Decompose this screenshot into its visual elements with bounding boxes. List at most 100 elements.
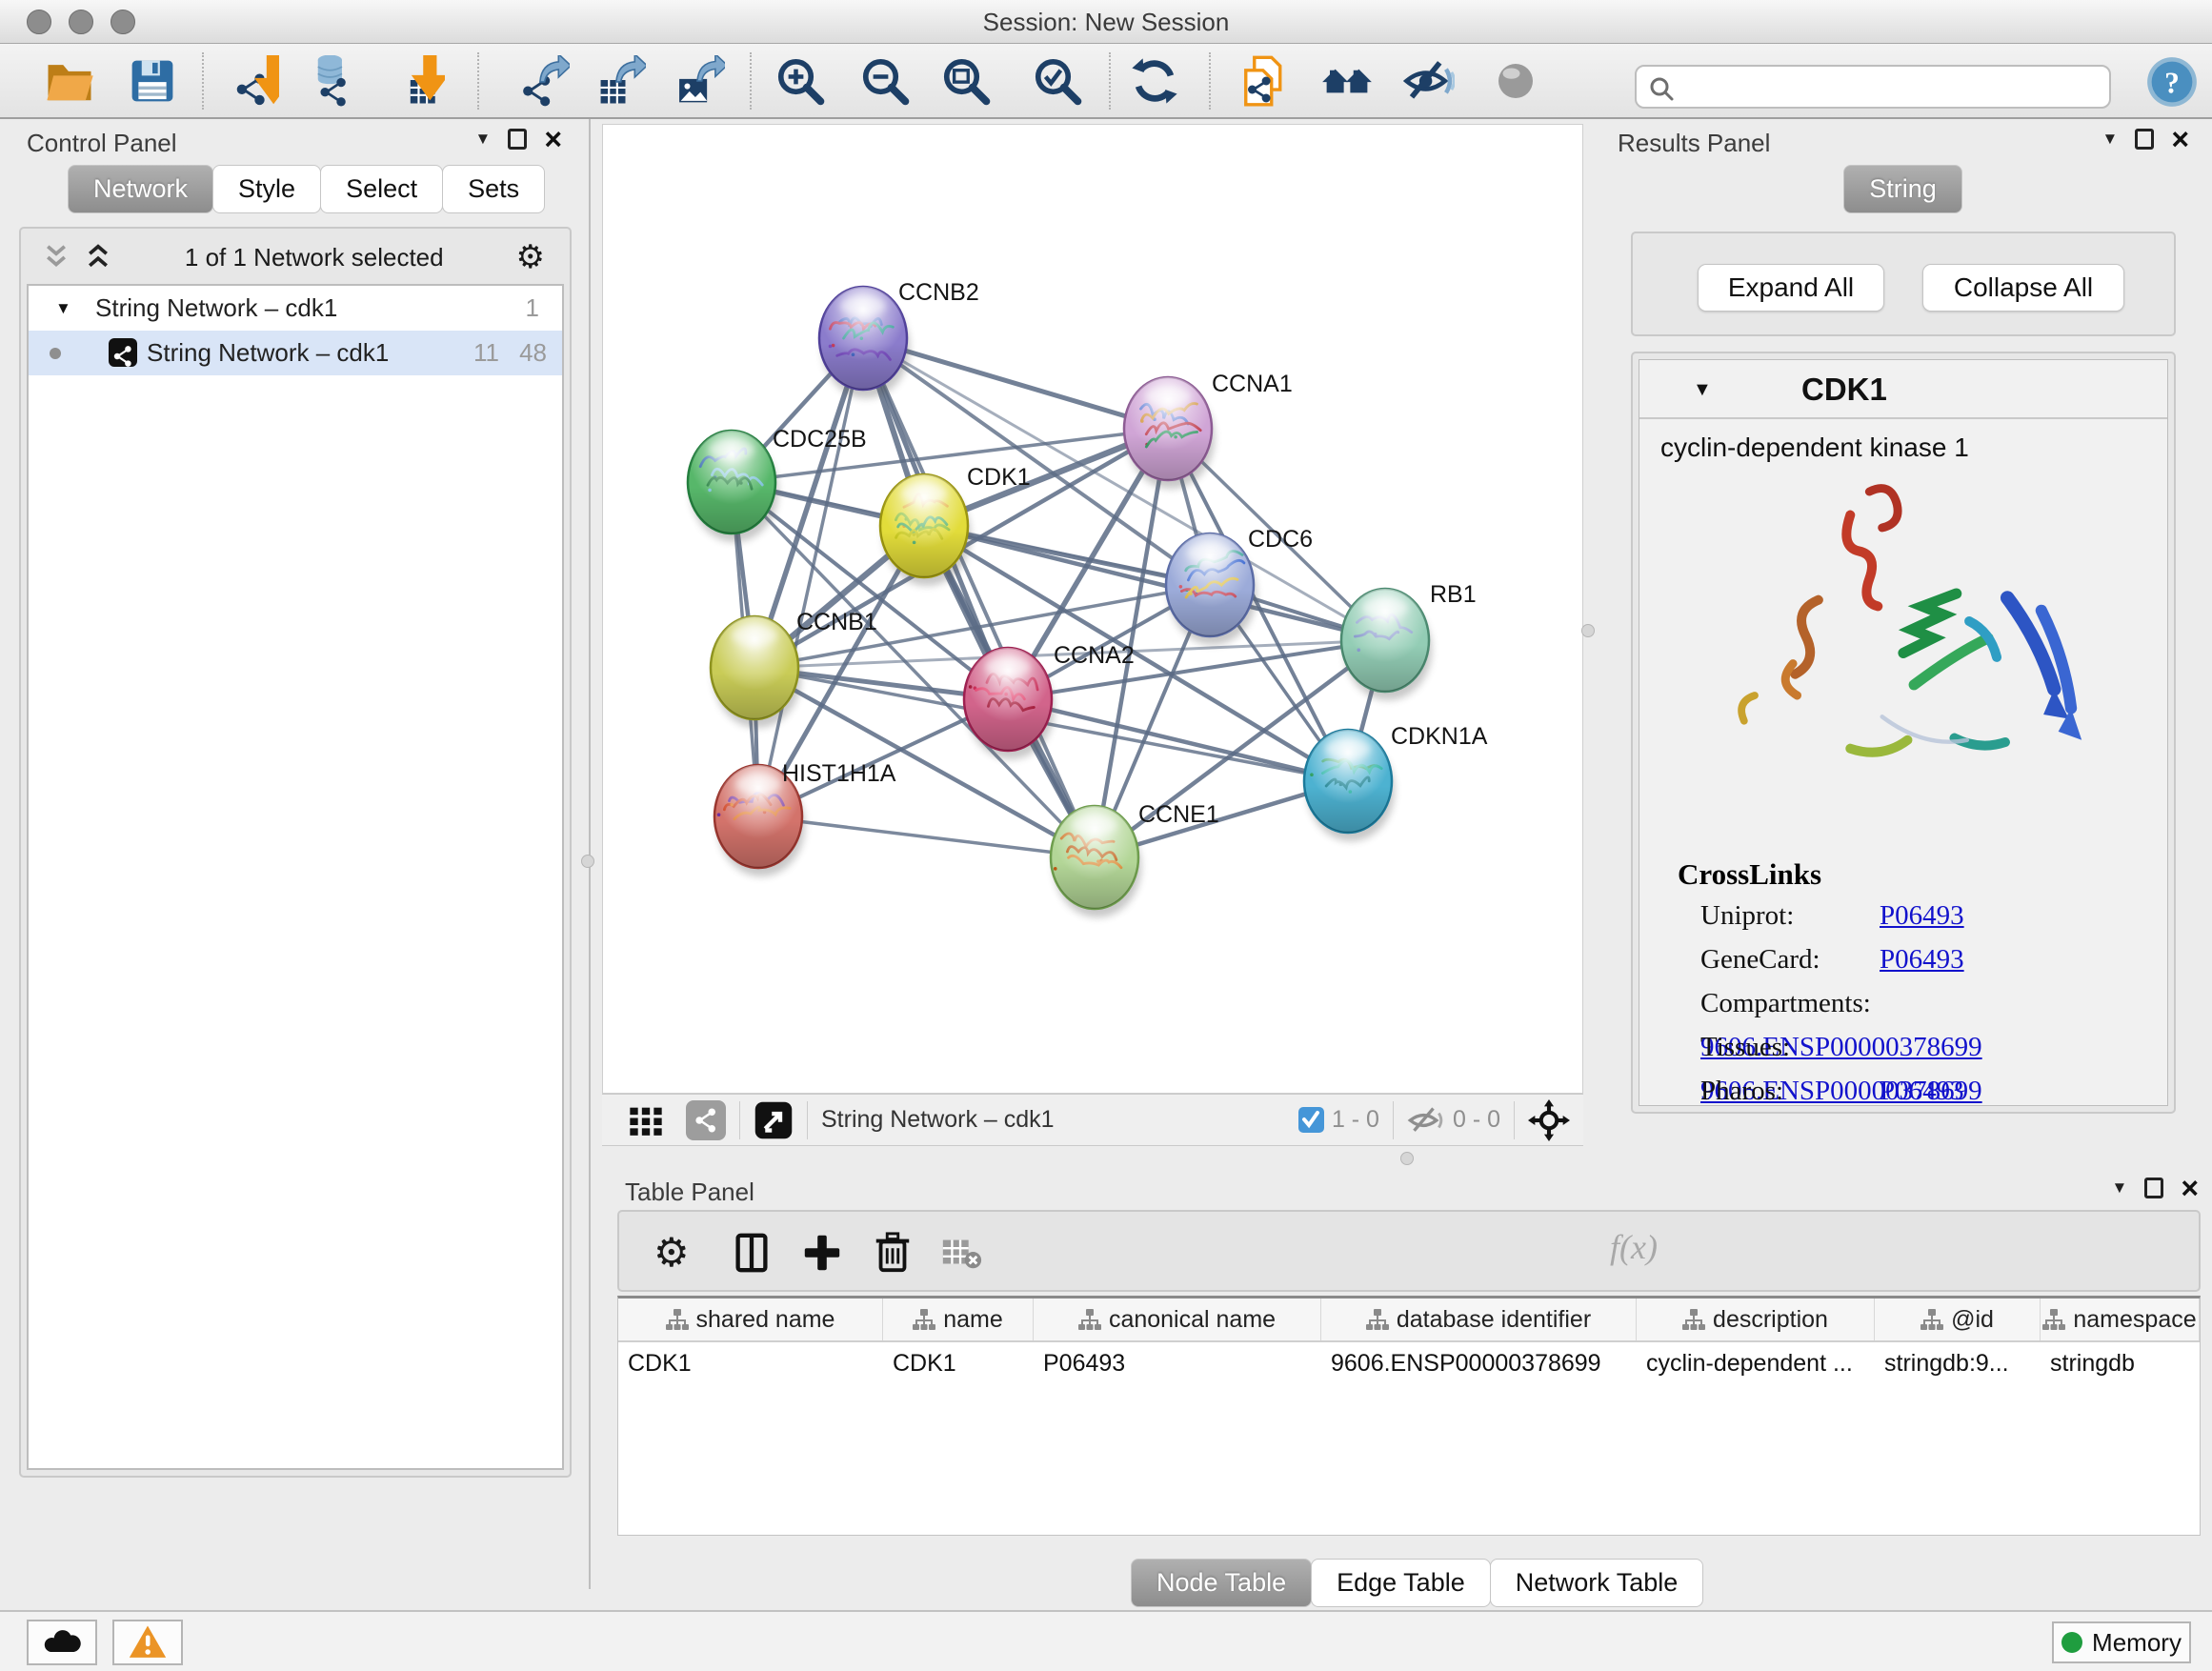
network-graph[interactable]: CCNB2CCNA1CDC25BCDK1CDC6RB1CCNB1CCNA2CDK… bbox=[603, 125, 1582, 1093]
column-header--id[interactable]: @id bbox=[1875, 1299, 2041, 1340]
warning-icon bbox=[129, 1623, 167, 1661]
panel-float-icon[interactable] bbox=[508, 129, 527, 150]
add-column-icon[interactable] bbox=[800, 1231, 844, 1275]
network-node-CCNA1[interactable] bbox=[1124, 377, 1215, 489]
collapse-all-icon[interactable] bbox=[42, 243, 70, 272]
panel-close-icon[interactable]: × bbox=[2171, 129, 2189, 150]
function-builder-icon: f(x) bbox=[1610, 1227, 1658, 1267]
share-view-icon[interactable] bbox=[686, 1100, 726, 1140]
tree-expander-icon[interactable]: ▼ bbox=[55, 286, 71, 331]
network-node-CCNA2[interactable] bbox=[964, 648, 1055, 759]
selected-checkbox-icon[interactable] bbox=[1298, 1107, 1324, 1133]
collapse-all-button[interactable]: Collapse All bbox=[1922, 264, 2124, 312]
horizontal-splitter[interactable] bbox=[602, 1147, 2212, 1172]
show-columns-icon[interactable] bbox=[730, 1231, 774, 1275]
panel-float-icon[interactable] bbox=[2135, 129, 2154, 150]
import-table-icon[interactable] bbox=[393, 55, 445, 107]
warnings-button[interactable] bbox=[112, 1620, 183, 1665]
table-cell[interactable]: 9606.ENSP00000378699 bbox=[1321, 1342, 1637, 1384]
hide-graphics-icon[interactable] bbox=[1403, 55, 1455, 107]
panel-close-icon[interactable]: × bbox=[544, 129, 562, 150]
tab-network[interactable]: Network bbox=[68, 165, 213, 213]
column-header-name[interactable]: name bbox=[883, 1299, 1034, 1340]
table-cell[interactable]: cyclin-dependent ... bbox=[1637, 1342, 1875, 1384]
panel-float-icon[interactable] bbox=[2144, 1178, 2163, 1198]
toolbar-separator bbox=[807, 1101, 808, 1139]
network-edge-CCNB2-HIST1H1A[interactable] bbox=[758, 338, 863, 816]
column-header-shared-name[interactable]: shared name bbox=[618, 1299, 883, 1340]
table-cell[interactable]: CDK1 bbox=[883, 1342, 1034, 1384]
table-settings-gear-icon[interactable]: ⚙ bbox=[654, 1231, 697, 1275]
detach-view-icon[interactable] bbox=[754, 1100, 794, 1140]
network-canvas[interactable]: CCNB2CCNA1CDC25BCDK1CDC6RB1CCNB1CCNA2CDK… bbox=[602, 124, 1583, 1094]
cloud-button[interactable] bbox=[27, 1620, 97, 1665]
crosslink-value-link[interactable]: P06493 bbox=[1880, 900, 1964, 931]
delete-column-icon[interactable] bbox=[871, 1231, 915, 1275]
splitter-handle[interactable] bbox=[1400, 1152, 1414, 1165]
open-session-icon[interactable] bbox=[44, 55, 95, 107]
network-node-CDC6[interactable] bbox=[1166, 534, 1257, 645]
column-header-namespace[interactable]: namespace bbox=[2041, 1299, 2200, 1340]
help-icon[interactable] bbox=[2146, 56, 2198, 108]
gear-icon[interactable]: ⚙ bbox=[516, 238, 545, 276]
panel-collapse-icon[interactable]: ▼ bbox=[2111, 1178, 2127, 1198]
search-input[interactable] bbox=[1682, 69, 2101, 105]
column-header-database-identifier[interactable]: database identifier bbox=[1321, 1299, 1637, 1340]
network-node-CCNB2[interactable] bbox=[819, 287, 910, 398]
network-edge-CCNB2-CCNE1[interactable] bbox=[863, 338, 1095, 857]
network-node-CDK1[interactable] bbox=[880, 474, 971, 586]
tab-string[interactable]: String bbox=[1843, 165, 1962, 213]
network-node-CCNE1[interactable] bbox=[1051, 806, 1141, 917]
memory-button[interactable]: Memory bbox=[2052, 1621, 2191, 1663]
table-row[interactable]: CDK1CDK1P064939606.ENSP00000378699cyclin… bbox=[618, 1342, 2200, 1384]
tab-network-table[interactable]: Network Table bbox=[1490, 1559, 1704, 1607]
crosslink-value-link[interactable]: P06493 bbox=[1880, 1076, 1964, 1106]
network-tree-collection-row[interactable]: ▼ String Network – cdk1 1 bbox=[29, 286, 562, 331]
tab-sets[interactable]: Sets bbox=[442, 165, 545, 213]
tab-node-table[interactable]: Node Table bbox=[1131, 1559, 1312, 1607]
column-header-canonical-name[interactable]: canonical name bbox=[1034, 1299, 1321, 1340]
network-node-CDC25B[interactable] bbox=[688, 431, 778, 542]
zoom-fit-icon[interactable] bbox=[940, 55, 992, 107]
panel-collapse-icon[interactable]: ▼ bbox=[2101, 130, 2118, 149]
import-network-database-icon[interactable] bbox=[303, 55, 354, 107]
crosslink-value-link[interactable]: P06493 bbox=[1880, 944, 1964, 975]
hidden-eye-icon[interactable] bbox=[1407, 1101, 1445, 1139]
column-header-description[interactable]: description bbox=[1637, 1299, 1875, 1340]
refresh-layout-icon[interactable] bbox=[1129, 55, 1180, 107]
export-image-icon[interactable] bbox=[674, 55, 725, 107]
network-node-CDKN1A[interactable] bbox=[1304, 730, 1395, 841]
table-cell[interactable]: CDK1 bbox=[618, 1342, 883, 1384]
network-node-RB1[interactable] bbox=[1341, 589, 1432, 700]
search-box[interactable] bbox=[1635, 65, 2111, 109]
panel-close-icon[interactable]: × bbox=[2181, 1178, 2199, 1198]
table-cell[interactable]: P06493 bbox=[1034, 1342, 1321, 1384]
tab-select[interactable]: Select bbox=[320, 165, 443, 213]
export-document-icon[interactable] bbox=[1239, 55, 1291, 107]
import-network-icon[interactable] bbox=[228, 55, 279, 107]
protein-structure-image bbox=[1689, 473, 2118, 844]
save-session-icon[interactable] bbox=[127, 55, 178, 107]
splitter-handle[interactable] bbox=[1581, 624, 1595, 637]
panel-collapse-icon[interactable]: ▼ bbox=[474, 130, 491, 149]
tab-style[interactable]: Style bbox=[212, 165, 321, 213]
network-tree-network-row[interactable]: String Network – cdk1 11 48 bbox=[29, 331, 562, 375]
zoom-out-icon[interactable] bbox=[859, 55, 911, 107]
string-home-icon[interactable] bbox=[1321, 55, 1373, 107]
expand-all-button[interactable]: Expand All bbox=[1698, 264, 1884, 312]
gene-expander-icon[interactable]: ▼ bbox=[1693, 379, 1712, 401]
birdseye-toggle-icon[interactable] bbox=[1528, 1099, 1570, 1141]
expand-all-icon[interactable] bbox=[84, 243, 112, 272]
tab-edge-table[interactable]: Edge Table bbox=[1311, 1559, 1491, 1607]
network-node-CCNB1[interactable] bbox=[711, 616, 801, 728]
splitter-handle[interactable] bbox=[581, 855, 594, 868]
export-network-icon[interactable] bbox=[518, 55, 570, 107]
zoom-selected-icon[interactable] bbox=[1032, 55, 1083, 107]
zoom-in-icon[interactable] bbox=[774, 55, 826, 107]
table-cell[interactable]: stringdb:9... bbox=[1875, 1342, 2041, 1384]
network-edge-HIST1H1A-CCNE1[interactable] bbox=[758, 816, 1095, 857]
export-table-icon[interactable] bbox=[594, 55, 646, 107]
grid-view-icon[interactable] bbox=[627, 1101, 665, 1139]
gene-header[interactable]: ▼ CDK1 bbox=[1639, 360, 2167, 419]
table-cell[interactable]: stringdb bbox=[2041, 1342, 2200, 1384]
